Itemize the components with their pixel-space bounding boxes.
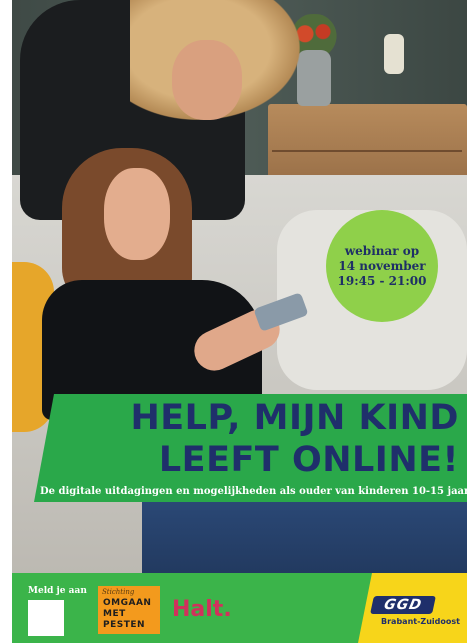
badge-line-2: 14 november	[338, 258, 426, 273]
webinar-badge: webinar op 14 november 19:45 - 21:00	[326, 210, 438, 322]
poster: webinar op 14 november 19:45 - 21:00 HEL…	[0, 0, 467, 643]
vase	[297, 50, 331, 106]
partner-line-3: PESTEN	[103, 620, 146, 630]
register-label: Meld je aan	[28, 586, 87, 596]
girl-face	[104, 168, 170, 260]
subheadline: De digitale uitdagingen en mogelijkheden…	[40, 486, 467, 497]
woman-face	[172, 40, 242, 120]
partner-logo-omgaan-met-pesten: Stichting OMGAAN MET PESTEN	[98, 586, 160, 634]
partner-line-1: OMGAAN	[103, 598, 152, 608]
badge-line-1: webinar op	[344, 243, 420, 258]
qr-code[interactable]	[28, 600, 64, 636]
ggd-logo: GGD	[370, 596, 436, 614]
ggd-region: Brabant-Zuidoost	[381, 617, 460, 626]
lamp	[384, 34, 404, 74]
badge-line-3: 19:45 - 21:00	[337, 273, 427, 288]
headline-line-1: HELP, MIJN KIND	[130, 398, 459, 438]
headline-line-2: LEEFT ONLINE!	[158, 440, 459, 480]
partner-small-text: Stichting	[102, 588, 135, 596]
partner-logo-halt: Halt.	[172, 597, 232, 622]
partner-line-2: MET	[103, 609, 126, 619]
cabinet-drawer	[272, 150, 462, 152]
